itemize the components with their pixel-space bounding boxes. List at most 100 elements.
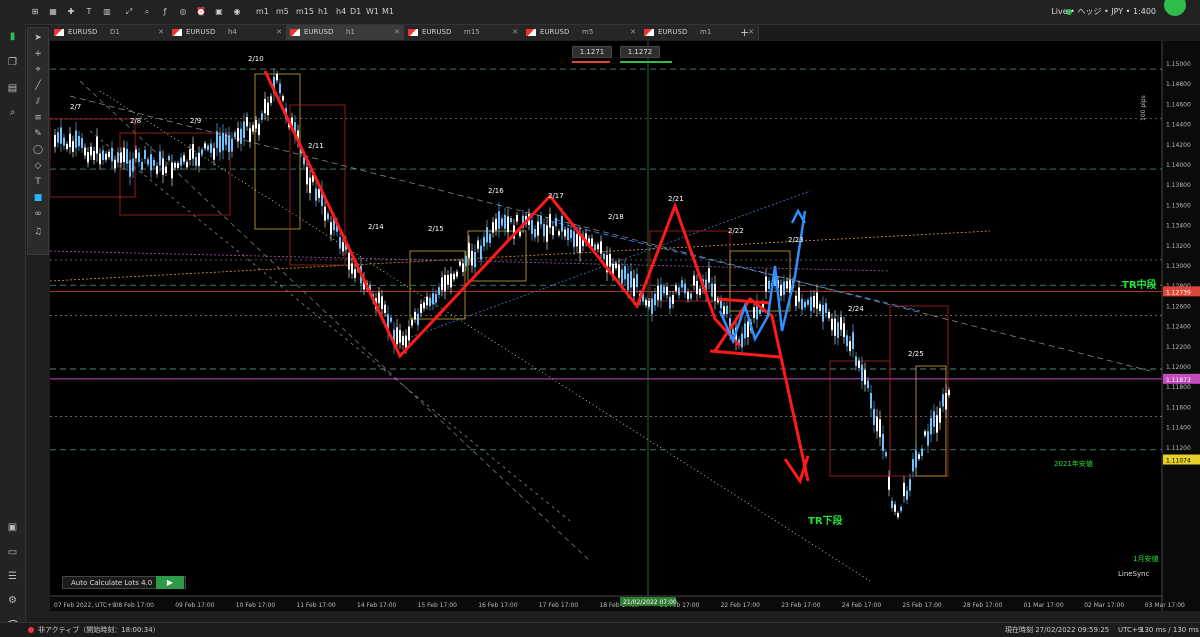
chart-tab[interactable]: EURUSD D1 ✕ xyxy=(50,25,169,40)
tf-mn1[interactable]: M1 xyxy=(382,5,394,19)
day-label: 2/23 xyxy=(788,236,804,244)
top-toolbar: ⊞ ▦ ✚ T ▥ ⤢ ⌕ ƒ ◎ ⏰ ▣ ◉ m1 m5 m15 h1 h4 … xyxy=(0,0,1200,25)
candle-body xyxy=(867,380,869,389)
candle-body xyxy=(138,152,140,162)
ask-price[interactable]: 1.1272 xyxy=(620,46,660,58)
annotation-tr-low: TR下段 xyxy=(808,514,843,527)
analyze-icon[interactable]: ⌕ xyxy=(6,106,19,119)
crosshair-tool-icon[interactable]: + xyxy=(31,47,45,61)
candle-body xyxy=(573,231,575,247)
add-tab-button[interactable]: + xyxy=(740,25,749,40)
candle-body xyxy=(96,136,98,154)
tf-h4[interactable]: h4 xyxy=(336,5,346,19)
cbot-icon[interactable]: ◎ xyxy=(178,5,188,19)
left-sidebar: ▮ ❐ ▤ ⌕ ▣ ▭ ☰ ⚙ xyxy=(0,24,26,624)
candle-body xyxy=(441,277,443,291)
candle-body xyxy=(855,356,857,366)
tf-h1[interactable]: h1 xyxy=(318,5,328,19)
new-order-icon[interactable]: ⊞ xyxy=(30,5,40,19)
price-tick-label: 1.12200 xyxy=(1166,344,1191,351)
copy-icon[interactable]: ❐ xyxy=(6,56,19,69)
annotation-linesync: LineSync xyxy=(1118,570,1150,578)
trade-icon[interactable]: ▮ xyxy=(6,30,19,43)
drawing-toolbar: ➤ + ⌖ ╱ ⫽ ≡ ✎ ◯ ◇ T ■ ∞ ♫ xyxy=(27,27,49,255)
day-label: 2/8 xyxy=(130,117,141,125)
price-tick-label: 1.11400 xyxy=(1166,425,1191,432)
eye-icon[interactable]: ◉ xyxy=(232,5,242,19)
price-tick-label: 1.14800 xyxy=(1166,81,1191,88)
link-icon[interactable]: ∞ xyxy=(31,207,45,221)
tf-m5[interactable]: m5 xyxy=(276,5,289,19)
price-chart[interactable]: 1.15000 1.14800 1.14600 1.14400 1.14200 1.140… xyxy=(50,41,1200,611)
bid-price[interactable]: 1.1271 xyxy=(572,46,612,58)
settings-icon[interactable]: ⚙ xyxy=(6,594,19,607)
text-icon[interactable]: T xyxy=(84,5,94,19)
candle-body xyxy=(564,229,566,237)
crosshair-icon[interactable]: ✚ xyxy=(66,5,76,19)
time-tick-label: 07 Feb 2022, UTC+9 xyxy=(54,602,116,609)
day-label: 2/16 xyxy=(488,187,504,195)
timezone-label[interactable]: UTC+9 xyxy=(1118,623,1142,637)
chart-tab[interactable]: EURUSD h4 ✕ xyxy=(168,25,287,40)
zoom-icon[interactable]: ⤢ xyxy=(124,5,134,19)
tf-m1[interactable]: m1 xyxy=(256,5,269,19)
candle-body xyxy=(81,138,83,148)
briefcase-icon[interactable]: ▣ xyxy=(6,521,19,534)
candle-body xyxy=(861,364,863,381)
candle-body xyxy=(948,389,950,396)
ruler-icon[interactable]: ⌖ xyxy=(31,63,45,77)
candle-body xyxy=(63,137,65,146)
chart-tab[interactable]: EURUSD m5 ✕ xyxy=(522,25,641,40)
avatar[interactable] xyxy=(1164,0,1186,16)
tf-m15[interactable]: m15 xyxy=(296,5,314,19)
image-icon[interactable]: ▣ xyxy=(214,5,224,19)
candle-body xyxy=(225,133,227,145)
price-tick-label: 1.13200 xyxy=(1166,243,1191,250)
indicator-icon[interactable]: ƒ xyxy=(160,5,170,19)
candle-body xyxy=(507,216,509,233)
tf-d1[interactable]: D1 xyxy=(350,5,361,19)
candle-body xyxy=(399,330,401,343)
monitor-icon[interactable]: ▭ xyxy=(6,546,19,559)
candle-body xyxy=(57,132,59,143)
candle-body xyxy=(759,309,761,314)
candle-body xyxy=(819,304,821,311)
candle-body xyxy=(591,238,593,247)
candle-body xyxy=(783,281,785,295)
candle-body xyxy=(240,128,242,144)
alarm-icon[interactable]: ⏰ xyxy=(196,5,206,19)
candle-body xyxy=(489,234,491,243)
chart-tab-active[interactable]: EURUSD h1 ✕ xyxy=(286,25,405,40)
candle-body xyxy=(801,298,803,310)
tf-w1[interactable]: W1 xyxy=(366,5,379,19)
text-tool-icon[interactable]: T xyxy=(31,175,45,189)
pattern-icon[interactable]: ◇ xyxy=(31,159,45,173)
chart-tab[interactable]: EURUSD m15 ✕ xyxy=(404,25,523,40)
channel-tool-icon[interactable]: ⫽ xyxy=(31,95,45,109)
alert-icon[interactable]: ♫ xyxy=(31,225,45,239)
chart-canvas[interactable]: 1.15000 1.14800 1.14600 1.14400 1.14200 1.140… xyxy=(50,41,1200,611)
candle-body xyxy=(897,512,899,518)
line-tool-icon[interactable]: ╱ xyxy=(31,79,45,93)
automate-icon[interactable]: ▤ xyxy=(6,82,19,95)
candle-body xyxy=(621,269,623,284)
rectangle-icon[interactable]: ■ xyxy=(31,191,45,205)
candle-body xyxy=(765,276,767,292)
cursor-icon[interactable]: ➤ xyxy=(31,31,45,45)
account-label[interactable]: Live • ヘッジ • JPY • 1:400 xyxy=(1051,6,1156,17)
pencil-icon[interactable]: ✎ xyxy=(31,127,45,141)
ellipse-icon[interactable]: ◯ xyxy=(31,143,45,157)
news-icon[interactable]: ☰ xyxy=(6,570,19,583)
candle-body xyxy=(840,317,842,330)
candle-body xyxy=(108,151,110,157)
candle-body xyxy=(567,228,569,241)
chart-type-icon[interactable]: ▥ xyxy=(102,5,112,19)
candle-body xyxy=(267,102,269,116)
candle-body xyxy=(732,328,734,335)
autocalc-play-button[interactable]: ▶ xyxy=(156,576,184,589)
fibonacci-icon[interactable]: ≡ xyxy=(31,111,45,125)
magnifier-icon[interactable]: ⌕ xyxy=(142,5,152,19)
candle-body xyxy=(945,392,947,410)
candle-body xyxy=(672,295,674,304)
layout-icon[interactable]: ▦ xyxy=(48,5,58,19)
